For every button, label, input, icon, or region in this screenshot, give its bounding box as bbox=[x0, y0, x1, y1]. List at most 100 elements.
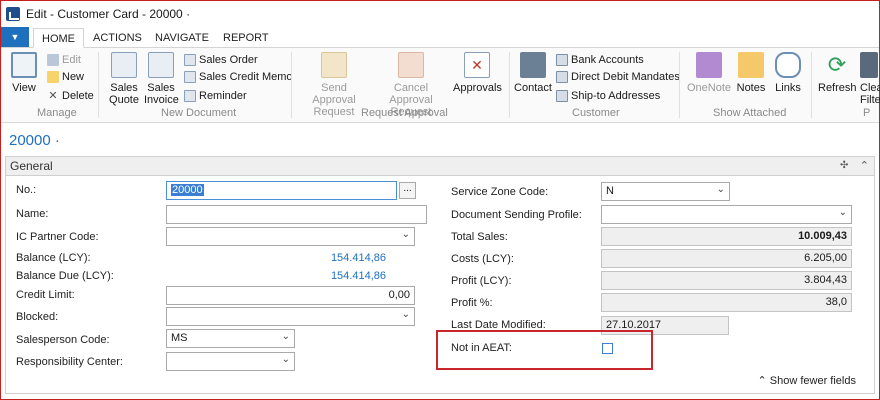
group-label-new-document: New Document bbox=[161, 107, 237, 119]
delete-button[interactable]: ✕ Delete bbox=[47, 88, 93, 104]
refresh-button[interactable]: ⟳ Refresh bbox=[818, 52, 857, 94]
title-bar: Edit - Customer Card - 20000 · bbox=[1, 1, 879, 26]
balance-value-link[interactable]: 154.414,86 bbox=[276, 252, 386, 264]
ic-partner-code-select[interactable]: ⌄ bbox=[166, 227, 415, 246]
service-zone-code-label: Service Zone Code: bbox=[451, 186, 549, 198]
dynamics-app-icon bbox=[6, 6, 20, 21]
chevron-down-icon: ⌄ bbox=[401, 309, 410, 320]
responsibility-center-select[interactable]: ⌄ bbox=[166, 352, 295, 371]
view-icon bbox=[11, 52, 37, 78]
name-field[interactable] bbox=[166, 205, 427, 224]
profit-pct-value: 38,0 bbox=[601, 293, 852, 312]
cancel-approval-icon bbox=[398, 52, 424, 78]
ship-to-addresses-button[interactable]: Ship-to Addresses bbox=[556, 88, 660, 104]
reminder-button[interactable]: Reminder bbox=[184, 88, 247, 104]
sales-quote-button[interactable]: Sales Quote bbox=[105, 52, 143, 106]
group-label-customer: Customer bbox=[572, 107, 620, 119]
chevron-down-icon: ⌄ bbox=[281, 354, 290, 365]
chevron-down-icon: ⌄ bbox=[838, 207, 847, 218]
clear-filter-button[interactable]: Clea Filte bbox=[860, 52, 880, 106]
fasttab-settings-icon[interactable]: ✣ bbox=[840, 160, 852, 172]
balance-due-value-link[interactable]: 154.414,86 bbox=[276, 270, 386, 282]
group-separator bbox=[291, 52, 292, 118]
edit-button[interactable]: Edit bbox=[47, 52, 81, 68]
group-separator bbox=[98, 52, 99, 118]
sales-invoice-icon bbox=[148, 52, 174, 78]
general-fasttab-header[interactable]: General ✣ ⌃ bbox=[5, 156, 875, 176]
filter-icon bbox=[860, 52, 878, 78]
ship-to-icon bbox=[556, 90, 568, 102]
contact-button[interactable]: Contact bbox=[514, 52, 552, 94]
balance-label: Balance (LCY): bbox=[16, 252, 91, 264]
ribbon: View Edit New ✕ Delete Manage Sales Quot… bbox=[1, 48, 880, 123]
group-separator bbox=[811, 52, 812, 118]
sales-credit-memo-button[interactable]: Sales Credit Memo bbox=[184, 69, 293, 85]
profit-pct-label: Profit %: bbox=[451, 297, 493, 309]
onenote-button[interactable]: OneNote bbox=[687, 52, 731, 94]
tab-home[interactable]: HOME bbox=[33, 28, 84, 48]
links-icon bbox=[775, 52, 801, 78]
credit-memo-icon bbox=[184, 71, 196, 83]
sales-order-icon bbox=[184, 54, 196, 66]
sales-order-button[interactable]: Sales Order bbox=[184, 52, 258, 68]
credit-limit-field[interactable]: 0,00 bbox=[166, 286, 415, 305]
not-in-aeat-checkbox[interactable] bbox=[602, 343, 613, 354]
no-field[interactable]: 20000 bbox=[166, 181, 397, 200]
sales-invoice-button[interactable]: Sales Invoice bbox=[144, 52, 179, 106]
document-sending-profile-label: Document Sending Profile: bbox=[451, 209, 582, 221]
show-fewer-fields-link[interactable]: ⌃ Show fewer fields bbox=[758, 374, 857, 387]
approvals-button[interactable]: ✕ Approvals bbox=[453, 52, 502, 94]
onenote-icon bbox=[696, 52, 722, 78]
bank-accounts-button[interactable]: Bank Accounts bbox=[556, 52, 644, 68]
chevron-up-icon: ⌃ bbox=[757, 375, 767, 387]
send-approval-icon bbox=[321, 52, 347, 78]
approvals-icon: ✕ bbox=[464, 52, 490, 78]
new-button[interactable]: New bbox=[47, 69, 84, 85]
contact-icon bbox=[520, 52, 546, 78]
credit-limit-label: Credit Limit: bbox=[16, 289, 75, 301]
window-title: Edit - Customer Card - 20000 · bbox=[26, 6, 191, 21]
service-zone-code-select[interactable]: N ⌄ bbox=[601, 182, 730, 201]
costs-label: Costs (LCY): bbox=[451, 253, 514, 265]
no-label: No.: bbox=[16, 184, 37, 196]
total-sales-label: Total Sales: bbox=[451, 231, 508, 243]
sales-quote-icon bbox=[111, 52, 137, 78]
balance-due-label: Balance Due (LCY): bbox=[16, 270, 114, 282]
tab-navigate[interactable]: NAVIGATE bbox=[147, 28, 217, 48]
send-approval-request-button[interactable]: Send Approval Request bbox=[299, 52, 369, 118]
blocked-select[interactable]: ⌄ bbox=[166, 307, 415, 326]
app-menu-button[interactable]: ▼ bbox=[1, 27, 29, 47]
direct-debit-mandates-button[interactable]: Direct Debit Mandates bbox=[556, 69, 680, 85]
links-button[interactable]: Links bbox=[773, 52, 803, 94]
group-label-show-attached: Show Attached bbox=[713, 107, 787, 119]
tab-report[interactable]: REPORT bbox=[215, 28, 277, 48]
notes-icon bbox=[738, 52, 764, 78]
collapse-caret-icon[interactable]: ⌃ bbox=[860, 159, 869, 172]
tab-actions[interactable]: ACTIONS bbox=[85, 28, 150, 48]
view-button[interactable]: View bbox=[9, 52, 39, 94]
chevron-down-icon: ⌄ bbox=[281, 331, 290, 342]
group-separator bbox=[509, 52, 510, 118]
new-icon bbox=[47, 71, 59, 83]
notes-button[interactable]: Notes bbox=[735, 52, 767, 94]
ic-partner-code-label: IC Partner Code: bbox=[16, 231, 99, 243]
group-label-manage: Manage bbox=[37, 107, 77, 119]
ribbon-tabs: ▼ HOME ACTIONS NAVIGATE REPORT bbox=[1, 27, 879, 48]
profit-lcy-label: Profit (LCY): bbox=[451, 275, 512, 287]
salesperson-code-label: Salesperson Code: bbox=[16, 334, 110, 346]
bank-icon bbox=[556, 54, 568, 66]
pencil-icon bbox=[47, 54, 59, 66]
group-label-page: P bbox=[863, 107, 871, 119]
salesperson-code-select[interactable]: MS ⌄ bbox=[166, 329, 295, 348]
responsibility-center-label: Responsibility Center: bbox=[16, 356, 123, 368]
chevron-down-icon: ⌄ bbox=[716, 184, 725, 195]
costs-value: 6.205,00 bbox=[601, 249, 852, 268]
not-in-aeat-label: Not in AEAT: bbox=[451, 342, 512, 354]
delete-x-icon: ✕ bbox=[48, 90, 58, 102]
group-label-request-approval: Request Approval bbox=[361, 107, 448, 119]
reminder-icon bbox=[184, 90, 196, 102]
document-sending-profile-select[interactable]: ⌄ bbox=[601, 205, 852, 224]
general-fasttab-body: No.: 20000 ... Name: IC Partner Code: ⌄ … bbox=[5, 176, 875, 394]
no-lookup-button[interactable]: ... bbox=[399, 182, 416, 199]
group-separator bbox=[679, 52, 680, 118]
